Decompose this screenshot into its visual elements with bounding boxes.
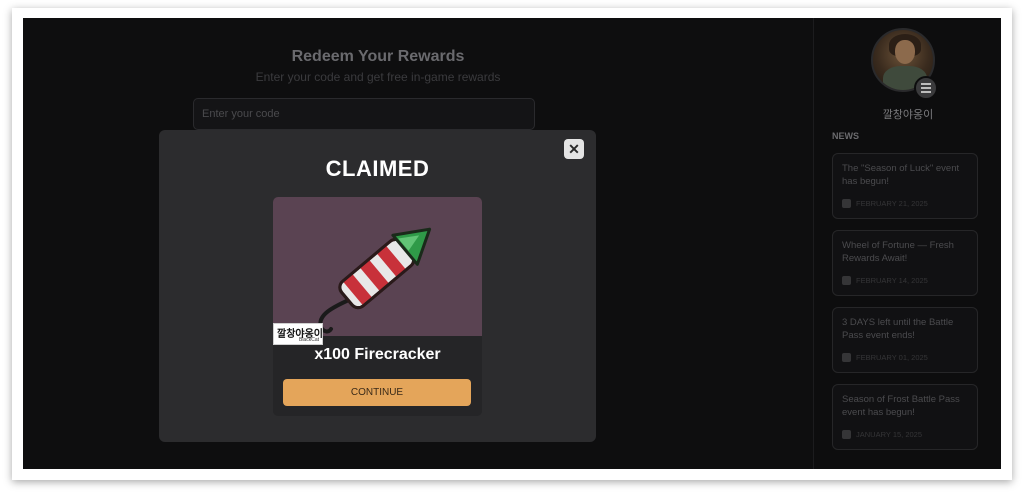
avatar-face: [895, 40, 915, 64]
news-item-title: Wheel of Fortune — Fresh Rewards Await!: [842, 240, 954, 264]
reward-card: 깔창야옹이 BlackCat x100 Firecracker CONTINUE: [273, 197, 482, 416]
calendar-icon: [842, 276, 851, 285]
app-screen: Redeem Your Rewards Enter your code and …: [23, 18, 1001, 469]
watermark-logo: 깔창야옹이 BlackCat: [273, 323, 323, 345]
news-item-title: 3 DAYS left until the Battle Pass event …: [842, 317, 954, 341]
page-subtitle: Enter your code and get free in-game rew…: [255, 70, 501, 84]
news-item[interactable]: The "Season of Luck" event has begun! FE…: [832, 153, 978, 219]
news-item-title: Season of Frost Battle Pass event has be…: [842, 394, 960, 418]
page-title: Redeem Your Rewards: [291, 48, 465, 65]
news-item-date: FEBRUARY 21, 2025: [842, 199, 928, 208]
watermark-subtext: BlackCat: [298, 337, 319, 343]
news-item-date: FEBRUARY 14, 2025: [842, 276, 928, 285]
firecracker-icon: [318, 227, 432, 334]
menu-button[interactable]: [914, 76, 938, 100]
news-item-date: JANUARY 15, 2025: [842, 430, 922, 439]
news-item[interactable]: 3 DAYS left until the Battle Pass event …: [832, 307, 978, 373]
news-item[interactable]: Season of Frost Battle Pass event has be…: [832, 384, 978, 450]
calendar-icon: [842, 430, 851, 439]
calendar-icon: [842, 353, 851, 362]
close-icon: ✕: [568, 141, 580, 157]
news-item-date: FEBRUARY 01, 2025: [842, 353, 928, 362]
reward-name: x100 Firecracker: [314, 346, 441, 363]
news-date-text: FEBRUARY 21, 2025: [856, 199, 928, 208]
claim-modal: ✕ CLAIMED 깔창야옹이 BlackCat x100 Firecracke…: [159, 130, 596, 442]
news-date-text: FEBRUARY 01, 2025: [856, 353, 928, 362]
news-date-text: JANUARY 15, 2025: [856, 430, 923, 439]
reward-image: [273, 197, 482, 336]
news-date-text: FEBRUARY 14, 2025: [856, 276, 928, 285]
news-item[interactable]: Wheel of Fortune — Fresh Rewards Await! …: [832, 230, 978, 296]
hamburger-icon: [921, 82, 931, 94]
continue-button[interactable]: CONTINUE: [283, 379, 471, 406]
calendar-icon: [842, 199, 851, 208]
username: 깔창야옹이: [882, 109, 934, 121]
news-item-title: The "Season of Luck" event has begun!: [842, 163, 960, 187]
modal-title: CLAIMED: [325, 156, 430, 181]
code-input[interactable]: [193, 98, 535, 130]
news-heading: NEWS: [832, 131, 859, 141]
sidebar: 깔창야옹이 NEWS The "Season of Luck" event ha…: [813, 18, 1001, 469]
